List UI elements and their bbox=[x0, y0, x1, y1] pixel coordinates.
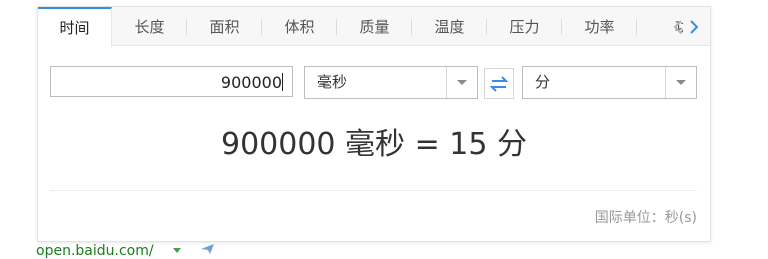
tab-length[interactable]: 长度 bbox=[112, 7, 187, 45]
chevron-down-icon[interactable] bbox=[172, 243, 182, 259]
source-url-link[interactable]: open.baidu.com/ bbox=[36, 243, 154, 259]
chevron-down-icon[interactable] bbox=[446, 67, 477, 98]
chevron-right-icon[interactable] bbox=[688, 19, 700, 34]
tab-label: 时间 bbox=[59, 19, 90, 37]
swap-units-button[interactable] bbox=[484, 68, 514, 99]
tab-label: 体积 bbox=[284, 18, 315, 36]
tab-power[interactable]: 功率 bbox=[562, 7, 637, 45]
tab-volume[interactable]: 体积 bbox=[262, 7, 337, 45]
tab-mass[interactable]: 质量 bbox=[337, 7, 412, 45]
to-unit-label: 分 bbox=[535, 73, 551, 91]
unit-converter-card: 时间 长度 面积 体积 质量 温度 压力 功率 功 900000 毫秒 分 90… bbox=[37, 6, 711, 242]
tab-label: 温度 bbox=[434, 18, 465, 36]
from-unit-select[interactable]: 毫秒 bbox=[304, 66, 478, 99]
tab-label: 质量 bbox=[359, 18, 390, 36]
unit-category-tabs: 时间 长度 面积 体积 质量 温度 压力 功率 功 bbox=[38, 7, 710, 47]
tab-separator bbox=[636, 19, 637, 35]
standard-unit-note: 国际单位：秒(s) bbox=[594, 210, 697, 226]
tab-label: 功率 bbox=[584, 18, 615, 36]
swap-icon bbox=[489, 76, 509, 92]
tab-temperature[interactable]: 温度 bbox=[412, 7, 487, 45]
value-input[interactable]: 900000 bbox=[50, 66, 293, 97]
chevron-left-icon[interactable] bbox=[672, 19, 684, 34]
tab-label: 长度 bbox=[134, 18, 165, 36]
tab-label: 压力 bbox=[509, 18, 540, 36]
divider bbox=[50, 190, 697, 191]
text-caret bbox=[282, 73, 283, 91]
chevron-down-icon[interactable] bbox=[665, 67, 696, 98]
tab-time[interactable]: 时间 bbox=[38, 7, 112, 47]
conversion-result: 900000 毫秒 = 15 分 bbox=[221, 127, 527, 162]
source-url-row: open.baidu.com/ bbox=[36, 243, 216, 259]
tab-label: 面积 bbox=[209, 18, 240, 36]
tab-pressure[interactable]: 压力 bbox=[487, 7, 562, 45]
from-unit-label: 毫秒 bbox=[317, 73, 348, 91]
to-unit-select[interactable]: 分 bbox=[522, 66, 697, 99]
share-icon[interactable] bbox=[200, 243, 216, 259]
tab-area[interactable]: 面积 bbox=[187, 7, 262, 45]
value-input-text: 900000 bbox=[220, 73, 282, 92]
